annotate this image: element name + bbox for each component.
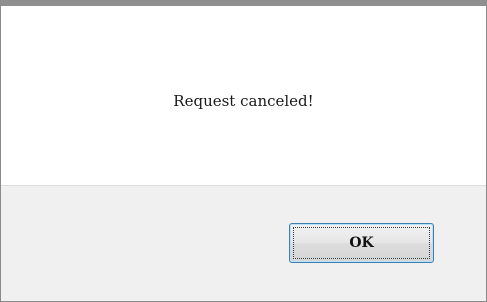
dialog-message: Request canceled! <box>173 92 314 110</box>
ok-button[interactable]: OK <box>289 223 434 263</box>
dialog-footer: OK <box>1 185 486 301</box>
alert-dialog: Request canceled! OK <box>0 0 487 302</box>
ok-button-label: OK <box>293 227 430 259</box>
dialog-content: Request canceled! <box>1 6 486 185</box>
